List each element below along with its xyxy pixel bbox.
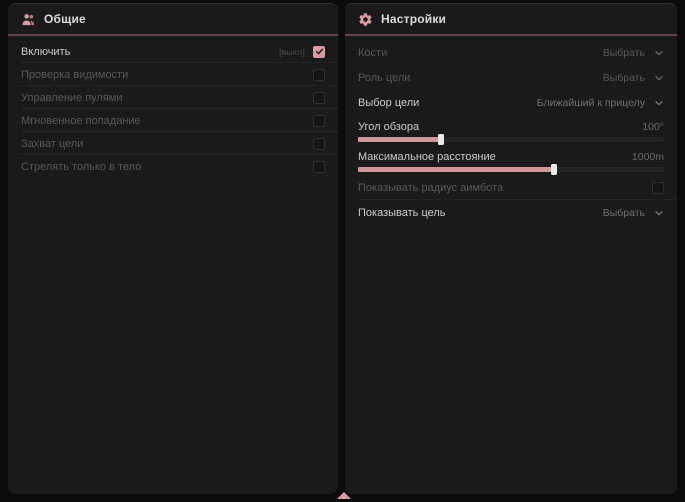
row-bullet-control-label: Управление пулями [21,92,313,104]
hotkey-hint: [выкл] [279,47,305,57]
row-enable-label: Включить [21,46,279,58]
show-aimbot-radius-checkbox[interactable] [652,182,664,194]
row-max-distance: Максимальное расстояние 1000m [345,145,677,175]
row-body-only[interactable]: Стрелять только в тело [8,155,338,178]
general-rows: Включить [выкл] Проверка видимости Управ… [8,36,338,178]
settings-rows: Кости Выбрать Роль цели Выбрать [345,36,677,225]
panel-general-header: Общие [8,4,338,34]
scroll-up-arrow-icon[interactable] [337,492,351,499]
row-target-role: Роль цели Выбрать [345,65,677,90]
show-target-select[interactable]: Выбрать [603,207,664,219]
row-bones-label: Кости [358,47,603,59]
row-target-selection-label: Выбор цели [358,97,537,109]
bullet-control-checkbox[interactable] [313,92,325,104]
row-body-only-label: Стрелять только в тело [21,161,313,173]
instant-hit-checkbox[interactable] [313,115,325,127]
max-distance-slider-fill [358,167,554,172]
row-show-aimbot-radius[interactable]: Показывать радиус аимбота [345,175,677,200]
row-instant-hit[interactable]: Мгновенное попадание [8,109,338,132]
panel-settings-title: Настройки [381,12,446,26]
target-lock-checkbox[interactable] [313,138,325,150]
panel-settings-header: Настройки [345,4,677,34]
row-target-lock-label: Захват цели [21,138,313,150]
row-target-role-label: Роль цели [358,72,603,84]
row-target-selection: Выбор цели Ближайший к прицелу [345,90,677,115]
row-enable[interactable]: Включить [выкл] [8,40,338,63]
row-show-target: Показывать цель Выбрать [345,200,677,225]
fov-slider[interactable] [358,137,664,142]
app-window: Общие Включить [выкл] Проверка видимости… [0,0,685,502]
row-bones: Кости Выбрать [345,40,677,65]
max-distance-value: 1000m [632,151,664,163]
row-visibility-check-label: Проверка видимости [21,69,313,81]
row-target-lock[interactable]: Захват цели [8,132,338,155]
target-role-select[interactable]: Выбрать [603,72,664,84]
max-distance-label: Максимальное расстояние [358,151,496,163]
fov-label: Угол обзора [358,121,419,133]
gear-icon [358,12,373,27]
target-selection-select[interactable]: Ближайший к прицелу [537,97,664,109]
show-target-select-value: Выбрать [603,207,645,219]
chevron-down-icon [654,98,664,108]
bones-select-value: Выбрать [603,47,645,59]
panel-settings: Настройки Кости Выбрать Роль цели Выбрат… [345,3,677,494]
chevron-down-icon [654,208,664,218]
row-visibility-check[interactable]: Проверка видимости [8,63,338,86]
users-icon [21,12,36,27]
bones-select[interactable]: Выбрать [603,47,664,59]
chevron-down-icon [654,48,664,58]
target-role-select-value: Выбрать [603,72,645,84]
row-bullet-control[interactable]: Управление пулями [8,86,338,109]
fov-value: 100° [642,121,664,133]
visibility-check-checkbox[interactable] [313,69,325,81]
row-instant-hit-label: Мгновенное попадание [21,115,313,127]
enable-checkbox[interactable] [313,46,325,58]
max-distance-slider[interactable] [358,167,664,172]
max-distance-slider-thumb[interactable] [551,164,557,175]
panel-general: Общие Включить [выкл] Проверка видимости… [8,3,338,494]
chevron-down-icon [654,73,664,83]
row-show-target-label: Показывать цель [358,207,603,219]
target-selection-select-value: Ближайший к прицелу [537,97,645,109]
body-only-checkbox[interactable] [313,161,325,173]
fov-slider-fill [358,137,441,142]
panel-general-title: Общие [44,12,86,26]
row-show-aimbot-radius-label: Показывать радиус аимбота [358,182,652,194]
row-fov: Угол обзора 100° [345,115,677,145]
fov-slider-thumb[interactable] [438,134,444,145]
